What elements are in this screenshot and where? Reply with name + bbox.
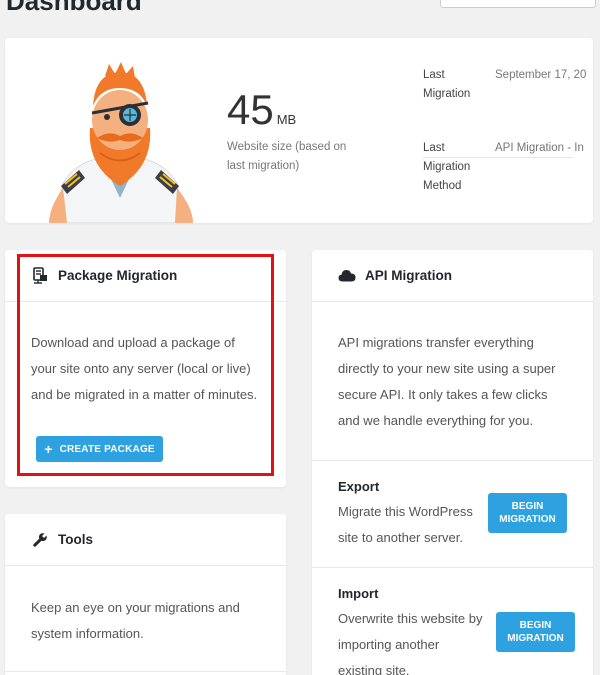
api-migration-description: API migrations transfer everything direc… — [338, 335, 556, 428]
website-size-unit: MB — [276, 112, 297, 127]
last-migration-method-value: API Migration - In — [495, 142, 584, 154]
api-migration-header: API Migration — [312, 250, 593, 302]
import-begin-migration-button[interactable]: BEGIN MIGRATION — [496, 612, 575, 652]
create-package-button[interactable]: + CREATE PACKAGE — [36, 436, 163, 462]
import-title: Import — [338, 586, 379, 601]
export-title: Export — [338, 479, 380, 494]
pirate-mascot-illustration — [49, 62, 193, 223]
package-server-icon — [31, 267, 49, 285]
package-migration-title: Package Migration — [58, 268, 178, 283]
top-right-dropdown[interactable] — [440, 0, 596, 8]
tools-divider — [5, 671, 286, 672]
create-package-label: CREATE PACKAGE — [59, 443, 155, 455]
tools-description: Keep an eye on your migrations and syste… — [31, 600, 240, 641]
package-migration-card: Package Migration Download and upload a … — [5, 250, 286, 487]
export-begin-migration-button[interactable]: BEGIN MIGRATION — [488, 493, 567, 533]
tools-title: Tools — [58, 532, 93, 547]
website-size-description: Website size (based on last migration) — [227, 141, 347, 172]
website-size-block: 45 MB Website size (based on last migrati… — [227, 86, 357, 176]
page-title: Dashboard — [6, 0, 142, 16]
wrench-icon — [31, 531, 49, 549]
import-description: Overwrite this website by importing anot… — [338, 611, 483, 675]
last-migration-value: September 17, 20 — [495, 69, 587, 81]
export-description: Migrate this WordPress site to another s… — [338, 504, 473, 545]
last-migration-method-label: Last Migration Method — [423, 142, 471, 192]
package-migration-description: Download and upload a package of your si… — [31, 335, 258, 402]
tools-card: Tools Keep an eye on your migrations and… — [5, 514, 286, 675]
api-migration-card: API Migration API migrations transfer ev… — [312, 250, 593, 675]
export-section: Export Migrate this WordPress site to an… — [312, 460, 593, 567]
last-migration-label: Last Migration — [423, 69, 471, 100]
website-size-value: 45 — [227, 86, 274, 133]
plus-icon: + — [44, 441, 53, 457]
summary-card: 45 MB Website size (based on last migrati… — [5, 38, 593, 223]
package-migration-header: Package Migration — [5, 250, 286, 302]
import-section: Import Overwrite this website by importi… — [312, 567, 593, 675]
cloud-icon — [338, 267, 356, 285]
tools-header: Tools — [5, 514, 286, 566]
api-migration-title: API Migration — [365, 268, 452, 283]
